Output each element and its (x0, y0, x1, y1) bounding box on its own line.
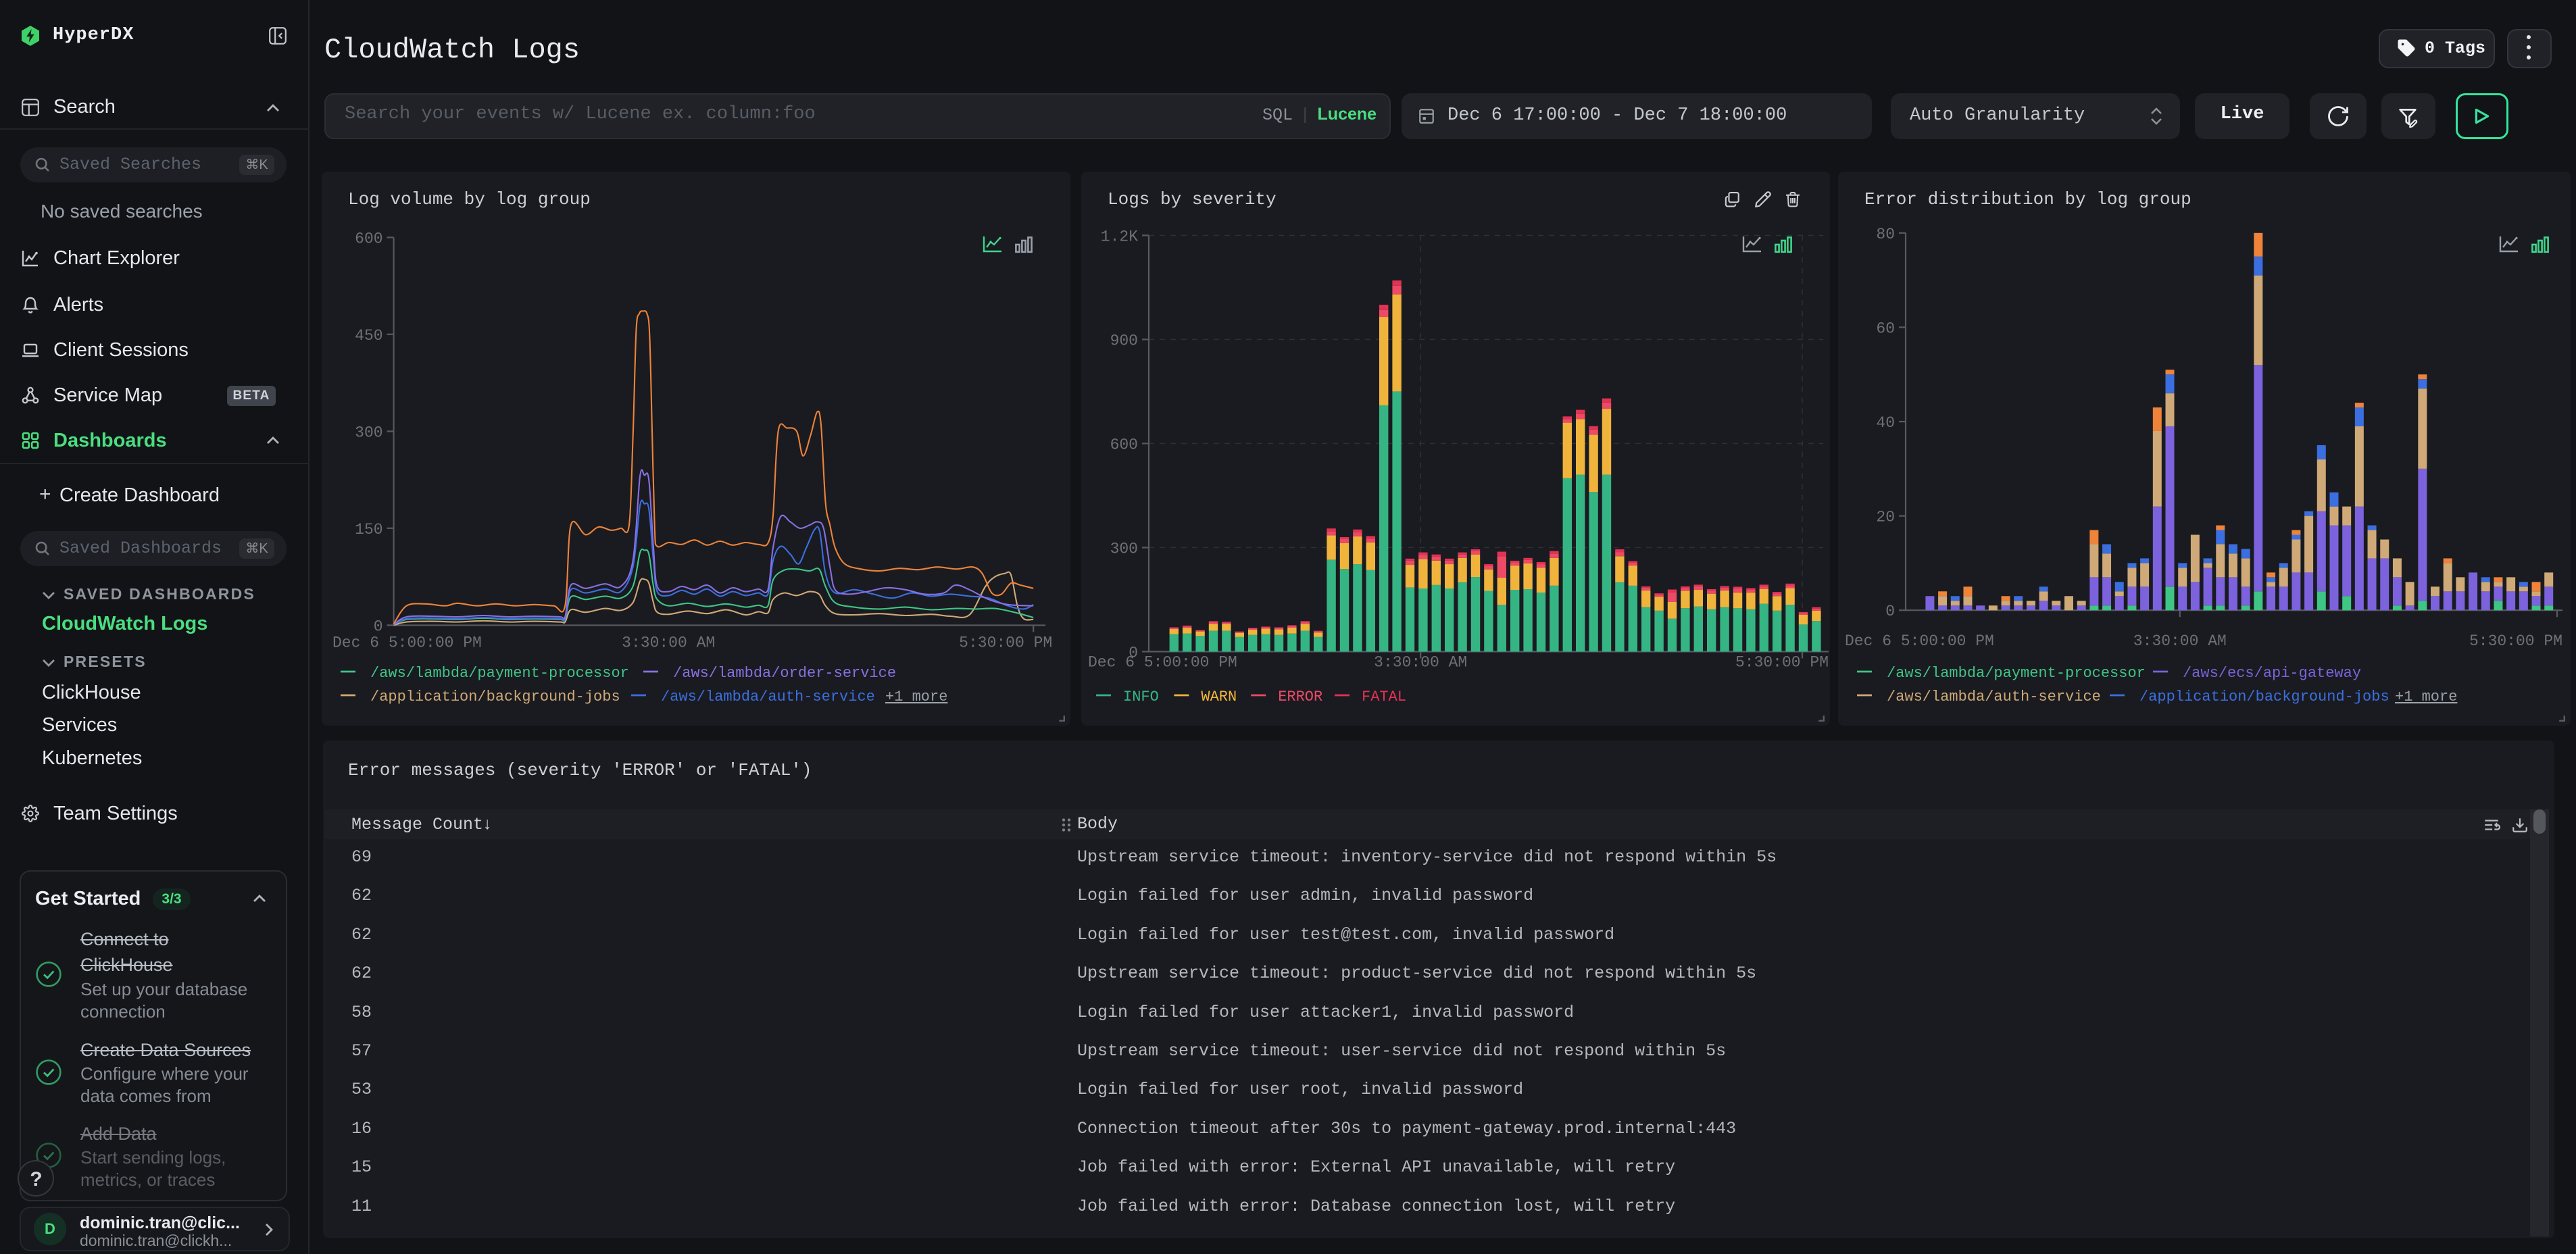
svg-text:1.2K: 1.2K (1101, 228, 1138, 245)
svg-text:20: 20 (1876, 509, 1895, 526)
svg-text:ERROR: ERROR (1278, 688, 1322, 705)
svg-text:Dec 6 5:00:00 PM: Dec 6 5:00:00 PM (332, 634, 482, 651)
svg-text:/aws/lambda/order-service: /aws/lambda/order-service (673, 665, 896, 682)
svg-text:600: 600 (355, 230, 382, 247)
svg-text:/aws/lambda/payment-processor: /aws/lambda/payment-processor (1887, 665, 2146, 682)
svg-text:0: 0 (1885, 603, 1895, 620)
svg-text:60: 60 (1876, 320, 1895, 337)
svg-text:0: 0 (374, 618, 383, 635)
svg-text:+1 more: +1 more (885, 688, 947, 705)
svg-text:5:30:00 PM: 5:30:00 PM (1735, 653, 1829, 671)
svg-text:300: 300 (1110, 540, 1138, 557)
svg-text:/application/background-jobs: /application/background-jobs (370, 688, 620, 705)
svg-text:5:30:00 PM: 5:30:00 PM (959, 634, 1052, 651)
svg-text:Dec 6 5:00:00 PM: Dec 6 5:00:00 PM (1088, 653, 1237, 671)
svg-text:600: 600 (1110, 436, 1138, 453)
svg-text:FATAL: FATAL (1362, 688, 1406, 705)
svg-text:3:30:00 AM: 3:30:00 AM (1374, 653, 1467, 671)
svg-text:900: 900 (1110, 332, 1138, 349)
svg-text:Dec 6 5:00:00 PM: Dec 6 5:00:00 PM (1845, 632, 1994, 650)
svg-text:450: 450 (355, 327, 382, 345)
svg-text:WARN: WARN (1201, 688, 1237, 705)
svg-text:80: 80 (1876, 226, 1895, 243)
svg-text:/application/background-jobs: /application/background-jobs (2139, 688, 2389, 705)
svg-text:+1 more: +1 more (2395, 688, 2457, 705)
svg-text:/aws/lambda/payment-processor: /aws/lambda/payment-processor (370, 665, 629, 682)
svg-text:5:30:00 PM: 5:30:00 PM (2469, 632, 2562, 650)
svg-text:300: 300 (355, 424, 382, 441)
svg-text:/aws/ecs/api-gateway: /aws/ecs/api-gateway (2183, 665, 2361, 682)
svg-text:/aws/lambda/auth-service: /aws/lambda/auth-service (1887, 688, 2101, 705)
svg-text:40: 40 (1876, 414, 1895, 432)
svg-text:150: 150 (355, 521, 382, 538)
svg-text:3:30:00 AM: 3:30:00 AM (622, 634, 715, 651)
svg-text:INFO: INFO (1123, 688, 1159, 705)
svg-text:/aws/lambda/auth-service: /aws/lambda/auth-service (661, 688, 875, 705)
svg-text:3:30:00 AM: 3:30:00 AM (2133, 632, 2227, 650)
